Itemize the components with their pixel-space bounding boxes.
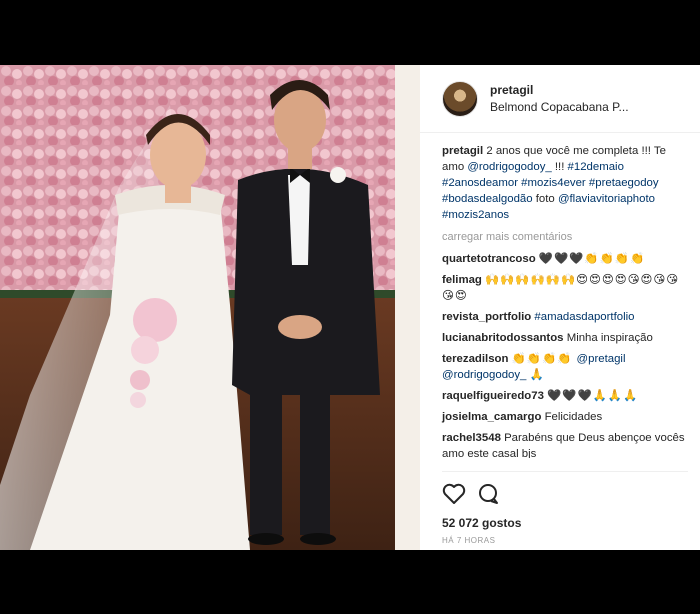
comment-item: josielma_camargo Felicidades: [442, 409, 688, 425]
caption-mention-1[interactable]: @rodrigogodoy_: [467, 161, 551, 173]
caption-mention-2[interactable]: @flaviavitoriaphoto: [558, 193, 655, 205]
comment-author[interactable]: raquelfigueiredo73: [442, 390, 544, 402]
comment-author[interactable]: revista_portfolio: [442, 311, 531, 323]
load-more-comments[interactable]: carregar mais comentários: [442, 229, 688, 245]
comment-item: revista_portfolio #amadasdaportfolio: [442, 309, 688, 325]
post-panel: pretagil Belmond Copacabana P... pretagi…: [420, 65, 700, 550]
comment-author[interactable]: quartetotrancoso: [442, 253, 536, 265]
comment-author[interactable]: rachel3548: [442, 432, 501, 444]
comment-text: 🖤🖤🖤👏👏👏👏: [538, 253, 646, 265]
comment-item: felimag 🙌🙌🙌🙌🙌🙌😍😍😍😍😘😍😘😘😘😍: [442, 272, 688, 304]
comment-author[interactable]: josielma_camargo: [442, 411, 541, 423]
post-header-text: pretagil Belmond Copacabana P...: [490, 82, 629, 116]
comment-text-tail: 🙏: [526, 369, 544, 381]
comment-item: raquelfigueiredo73 🖤🖤🖤🙏🙏🙏: [442, 388, 688, 404]
avatar[interactable]: [442, 80, 478, 117]
post-photo: [0, 65, 420, 550]
comment-author[interactable]: terezadilson: [442, 353, 508, 365]
caption-text-2: !!!: [551, 161, 568, 173]
comment-text: Minha inspiração: [566, 332, 653, 344]
comment-item: terezadilson 👏👏👏👏 @pretagil @rodrigogodo…: [442, 351, 688, 383]
post-actions: 52 072 gostos HÁ 7 HORAS: [442, 471, 688, 545]
comment-text: 🖤🖤🖤🙏🙏🙏: [547, 390, 639, 402]
likes-count[interactable]: 52 072 gostos: [442, 516, 688, 530]
comment-author[interactable]: felimag: [442, 274, 482, 286]
comment-icon[interactable]: [476, 483, 500, 505]
comment-text: Felicidades: [544, 411, 603, 423]
post-timestamp: HÁ 7 HORAS: [442, 536, 496, 545]
post-caption: pretagil 2 anos que você me completa !!!…: [442, 143, 688, 223]
comment-author[interactable]: lucianabritodossantos: [442, 332, 564, 344]
comment-text: 👏👏👏👏: [511, 353, 577, 365]
comment-item: quartetotrancoso 🖤🖤🖤👏👏👏👏: [442, 251, 688, 267]
caption-hashtag-last[interactable]: #mozis2anos: [442, 209, 509, 221]
comment-item: lucianabritodossantos Minha inspiração: [442, 330, 688, 346]
action-icons: [442, 480, 688, 508]
comments-section: pretagil 2 anos que você me completa !!!…: [420, 133, 700, 458]
post-username[interactable]: pretagil: [490, 82, 629, 99]
comment-hashtag[interactable]: #amadasdaportfolio: [534, 311, 634, 323]
heart-icon[interactable]: [442, 483, 466, 505]
post-header: pretagil Belmond Copacabana P...: [420, 65, 700, 133]
post-location[interactable]: Belmond Copacabana P...: [490, 99, 629, 116]
wedding-photo: [0, 65, 420, 550]
comment-item: rachel3548 Parabéns que Deus abençoe voc…: [442, 430, 688, 458]
caption-text-3: foto: [532, 193, 558, 205]
caption-author[interactable]: pretagil: [442, 145, 483, 157]
